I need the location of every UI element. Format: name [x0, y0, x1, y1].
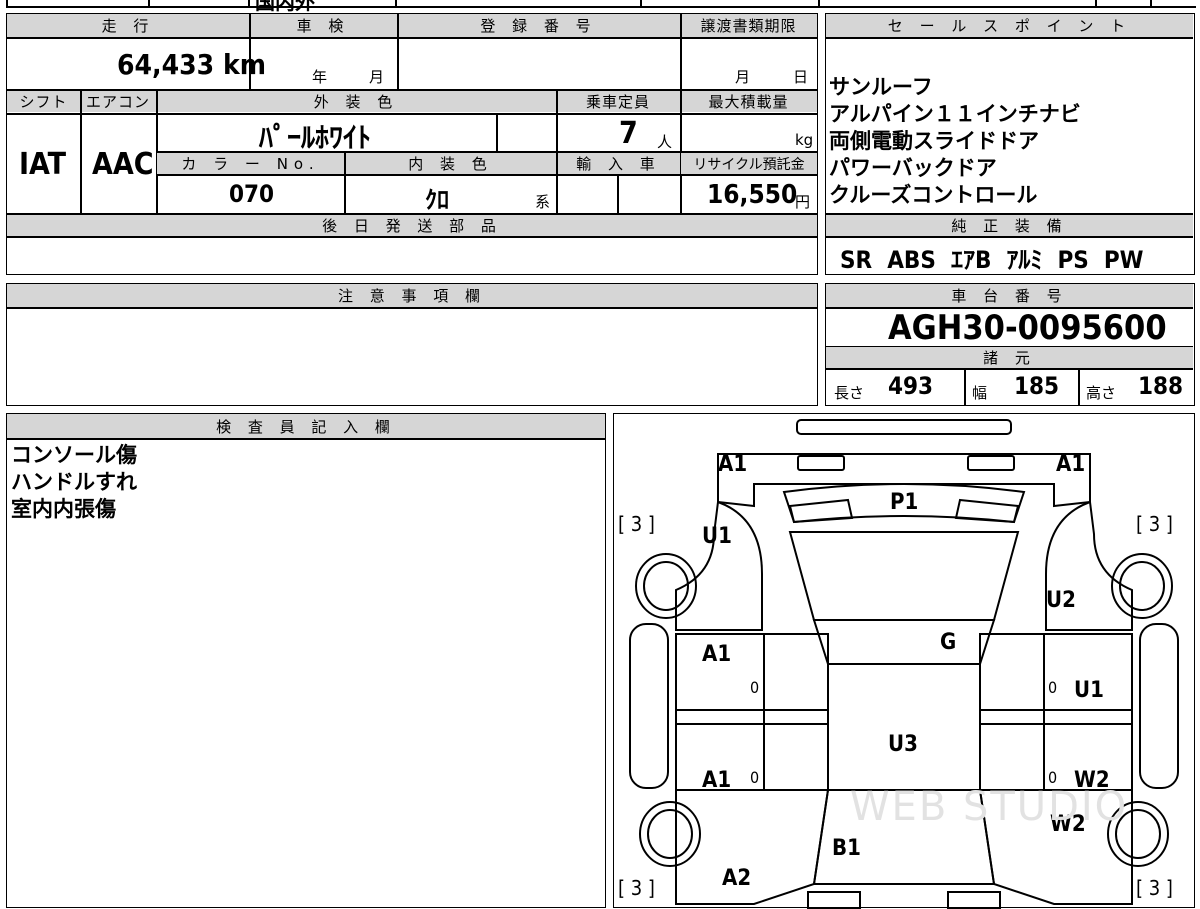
label-bracket-tl: [ 3 ]: [618, 512, 655, 536]
label-bracket-bl: [ 3 ]: [618, 876, 655, 900]
width-value: 185: [1014, 372, 1060, 400]
label-a1-front-left: A1: [718, 452, 748, 477]
capacity-unit: 人: [657, 133, 673, 151]
sales-points-panel: セ ー ル ス ポ イ ン ト サンルーフ アルパイン１１インチナビ 両側電動ス…: [825, 13, 1195, 275]
height-value: 188: [1138, 372, 1184, 400]
inspector-panel: 検 査 員 記 入 欄 コンソール傷 ハンドルすれ 室内内張傷: [6, 413, 606, 908]
recycle-fee-value: 16,550: [707, 180, 798, 210]
label-zero: 0: [1048, 678, 1058, 697]
header-standard-equipment: 純 正 装 備: [826, 215, 1193, 236]
label-bracket-tr: [ 3 ]: [1136, 512, 1173, 536]
header-mileage: 走 行: [7, 14, 249, 37]
label-b1: B1: [832, 836, 861, 861]
sales-point-item: パワーバックドア: [829, 156, 997, 180]
header-import: 輸 入 車: [557, 153, 680, 174]
capacity-value: 7: [619, 116, 638, 151]
header-inspector: 検 査 員 記 入 欄: [7, 414, 605, 438]
standard-equipment-value: SR ABS ｴｱB ｱﾙﾐ PS PW: [840, 246, 1144, 274]
inspector-comment: ハンドルすれ: [11, 470, 137, 494]
watermark: WEB STUDIO: [850, 784, 1129, 830]
mileage-value: 64,433 km: [117, 48, 266, 81]
label-a2: A2: [722, 866, 752, 891]
sales-point-item: アルパイン１１インチナビ: [829, 102, 1081, 126]
label-a1-left-door-rear: A1: [702, 768, 732, 793]
sales-point-item: サンルーフ: [829, 75, 933, 99]
header-sales-points: セ ー ル ス ポ イ ン ト: [826, 14, 1193, 37]
shift-value: IAT: [19, 147, 67, 182]
header-exterior-color: 外 装 色: [156, 91, 556, 112]
header-color-no: カ ラ ー No.: [157, 153, 344, 174]
max-load-unit: kg: [795, 131, 814, 149]
header-capacity: 乗車定員: [556, 91, 680, 112]
header-chassis-number: 車 台 番 号: [826, 284, 1193, 307]
transfer-day-label: 日: [793, 68, 809, 86]
header-recycle-fee: リサイクル預託金: [681, 153, 817, 174]
label-bracket-br: [ 3 ]: [1136, 876, 1173, 900]
header-notes: 注 意 事 項 欄: [7, 284, 817, 307]
inspection-month-label: 月: [369, 68, 385, 86]
inspector-comment: 室内内張傷: [11, 497, 116, 521]
top-strip: 国内外: [0, 0, 1200, 14]
transfer-month-label: 月: [735, 68, 751, 86]
exterior-color-value: ﾊﾟｰﾙﾎﾜｲﾄ: [259, 121, 372, 154]
damage-diagram: A1 A1 P1 [ 3 ] [ 3 ] U1 U2 G A1 0 0 U1 U…: [613, 413, 1195, 909]
header-inspection: 車 検: [249, 14, 397, 37]
header-registration: 登 録 番 号: [397, 14, 680, 37]
inspection-year-label: 年: [312, 68, 328, 86]
car-outline: [629, 419, 1179, 909]
chassis-number-value: AGH30-0095600: [888, 308, 1167, 348]
notes-panel: 注 意 事 項 欄: [6, 283, 818, 406]
sales-point-item: 両側電動スライドドア: [829, 129, 1039, 153]
header-shift: シフト: [7, 91, 80, 112]
label-u2-right: U2: [1046, 588, 1076, 613]
sales-point-item: クルーズコントロール: [829, 183, 1038, 207]
header-transfer-deadline: 譲渡書類期限: [680, 14, 817, 37]
height-label: 高さ: [1086, 384, 1117, 402]
header-max-load: 最大積載量: [680, 91, 817, 112]
chassis-panel: 車 台 番 号 AGH30-0095600 諸 元 長さ 493 幅 185 高…: [825, 283, 1195, 406]
header-aircon: エアコン: [80, 91, 156, 112]
color-no-value: 070: [229, 180, 275, 208]
interior-color-suffix: 系: [535, 193, 551, 211]
length-value: 493: [888, 372, 934, 400]
label-zero: 0: [750, 768, 760, 787]
label-g: G: [940, 630, 957, 655]
label-p1: P1: [890, 490, 919, 515]
inspector-comment: コンソール傷: [11, 443, 137, 467]
length-label: 長さ: [834, 384, 865, 402]
label-a1-front-right: A1: [1056, 452, 1086, 477]
label-u3: U3: [888, 732, 918, 757]
header-later-parts: 後 日 発 送 部 品: [7, 215, 817, 236]
label-u1-right-door: U1: [1074, 678, 1104, 703]
label-a1-left-door-front: A1: [702, 642, 732, 667]
interior-color-value: ｸﾛ: [425, 186, 449, 214]
width-label: 幅: [972, 384, 988, 402]
recycle-fee-unit: 円: [795, 193, 811, 211]
aircon-value: AAC: [92, 147, 154, 182]
label-u1-left: U1: [702, 524, 732, 549]
header-interior-color: 内 装 色: [345, 153, 556, 174]
header-specs: 諸 元: [826, 347, 1193, 368]
label-zero: 0: [750, 678, 760, 697]
vehicle-info-table: 走 行 車 検 登 録 番 号 譲渡書類期限 64,433 km 年 月 月 日…: [6, 13, 818, 275]
